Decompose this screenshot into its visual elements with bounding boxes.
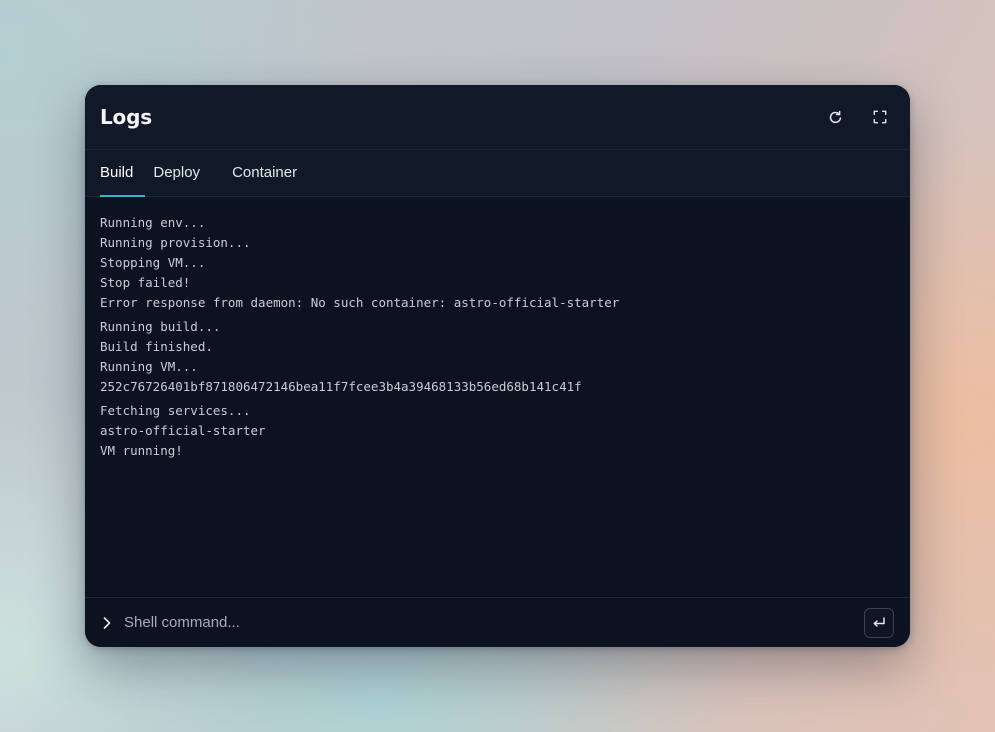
- tab-deploy[interactable]: Deploy: [153, 150, 200, 196]
- log-line: Stopping VM...: [100, 255, 206, 270]
- logs-panel: Logs Build Deploy Container Running env.…: [85, 85, 910, 647]
- tab-container[interactable]: Container: [232, 150, 297, 196]
- tab-build[interactable]: Build: [100, 150, 146, 197]
- shell-command-input[interactable]: [124, 614, 864, 631]
- panel-title: Logs: [100, 105, 152, 129]
- log-line: 252c76726401bf871806472146bea11f7fcee3b4…: [100, 379, 582, 394]
- log-group: Running env... Running provision... Stoppi…: [100, 213, 895, 313]
- log-line: Build finished.: [100, 339, 213, 354]
- log-group: Fetching services... astro-official-start…: [100, 401, 895, 461]
- log-line: Fetching services...: [100, 403, 251, 418]
- enter-icon: [873, 616, 885, 627]
- panel-header: Logs: [85, 85, 910, 150]
- log-group: Running build... Build finished. Running V…: [100, 317, 895, 397]
- shell-bar: [85, 597, 910, 647]
- log-output: Running env... Running provision... Stoppi…: [85, 197, 910, 597]
- log-line: Running build...: [100, 319, 221, 334]
- fullscreen-button[interactable]: [865, 102, 895, 132]
- log-line: Running provision...: [100, 235, 251, 250]
- log-line: Running env...: [100, 215, 206, 230]
- log-line: Running VM...: [100, 359, 198, 374]
- expand-icon: [873, 110, 887, 124]
- chevron-right-icon: [100, 616, 114, 630]
- refresh-button[interactable]: [820, 102, 850, 132]
- log-line: Stop failed!: [100, 275, 191, 290]
- log-tabs: Build Deploy Container: [85, 150, 910, 197]
- log-line: astro-official-starter: [100, 423, 266, 438]
- refresh-icon: [829, 110, 841, 123]
- log-line: VM running!: [100, 443, 183, 458]
- submit-command-button[interactable]: [864, 607, 894, 638]
- log-line: Error response from daemon: No such cont…: [100, 295, 620, 310]
